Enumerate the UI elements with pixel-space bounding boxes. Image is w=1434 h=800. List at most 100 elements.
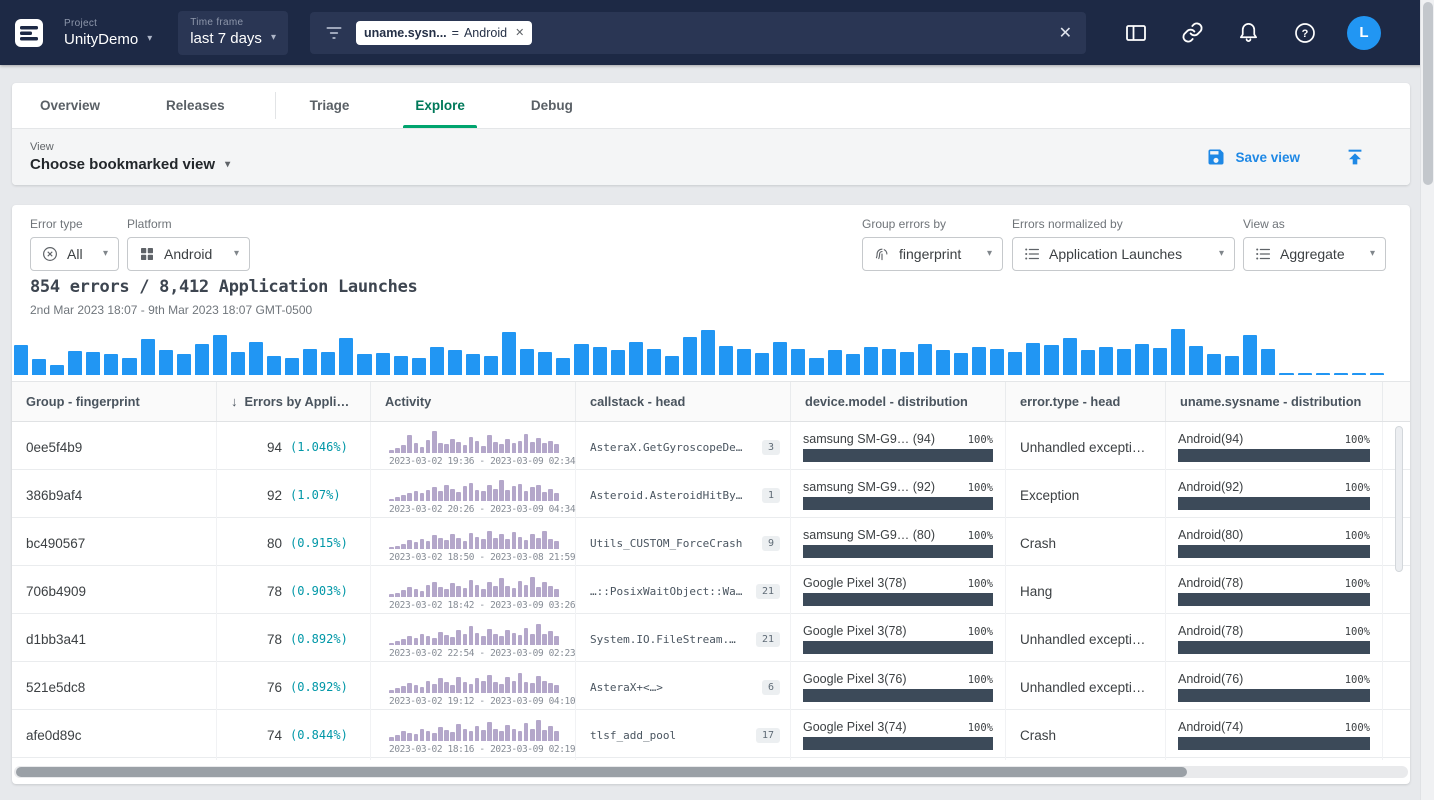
publish-view-icon[interactable] <box>1344 146 1366 168</box>
fingerprint-link[interactable]: 521e5dc8 <box>26 680 85 695</box>
histogram-bar[interactable] <box>683 337 697 375</box>
tab-triage[interactable]: Triage <box>294 83 366 128</box>
table-row[interactable]: afe0d89c 74 (0.844%) 2023-03-02 18:16 - … <box>12 710 1410 758</box>
histogram-bar[interactable] <box>1099 347 1113 375</box>
histogram-bar[interactable] <box>918 344 932 375</box>
histogram-bar[interactable] <box>611 350 625 375</box>
platform-select[interactable]: Android ▾ <box>127 237 250 271</box>
histogram-bar[interactable] <box>484 356 498 375</box>
table-row[interactable]: 706b4909 78 (0.903%) 2023-03-02 18:42 - … <box>12 566 1410 614</box>
histogram-bar[interactable] <box>303 349 317 375</box>
histogram-bar[interactable] <box>1153 348 1167 375</box>
histogram-bar[interactable] <box>1044 345 1058 375</box>
histogram-bar[interactable] <box>231 352 245 375</box>
histogram-bar[interactable] <box>1063 338 1077 375</box>
histogram-bar[interactable] <box>1316 373 1330 375</box>
col-error-type[interactable]: error.type - head <box>1006 382 1166 421</box>
histogram-bar[interactable] <box>1243 335 1257 375</box>
table-vertical-scrollbar-thumb[interactable] <box>1395 426 1403 572</box>
fingerprint-link[interactable]: d1bb3a41 <box>26 632 86 647</box>
histogram-bar[interactable] <box>86 352 100 375</box>
histogram-bar[interactable] <box>1207 354 1221 375</box>
histogram-bar[interactable] <box>502 332 516 375</box>
histogram-bar[interactable] <box>882 349 896 375</box>
histogram-bar[interactable] <box>357 354 371 375</box>
fingerprint-link[interactable]: 706b4909 <box>26 584 86 599</box>
fingerprint-link[interactable]: bc490567 <box>26 536 85 551</box>
tab-debug[interactable]: Debug <box>515 83 589 128</box>
histogram-bar[interactable] <box>719 346 733 375</box>
col-fingerprint[interactable]: Group - fingerprint <box>12 382 217 421</box>
fingerprint-link[interactable]: afe0d89c <box>26 728 82 743</box>
histogram-bar[interactable] <box>972 347 986 375</box>
histogram-bar[interactable] <box>520 349 534 375</box>
help-icon[interactable]: ? <box>1293 21 1317 45</box>
histogram-bar[interactable] <box>1225 356 1239 375</box>
table-row[interactable]: d1bb3a41 78 (0.892%) 2023-03-02 22:54 - … <box>12 614 1410 662</box>
histogram-bar[interactable] <box>249 342 263 375</box>
histogram-bar[interactable] <box>1135 344 1149 375</box>
histogram-bar[interactable] <box>990 349 1004 375</box>
col-callstack[interactable]: callstack - head <box>576 382 791 421</box>
histogram-bar[interactable] <box>936 350 950 375</box>
histogram-bar[interactable] <box>195 344 209 375</box>
histogram-bar[interactable] <box>1026 343 1040 375</box>
histogram-bar[interactable] <box>285 358 299 375</box>
histogram-bar[interactable] <box>50 365 64 375</box>
filter-chip[interactable]: uname.sysn... = Android ✕ <box>356 21 532 45</box>
histogram-bar[interactable] <box>1370 373 1384 375</box>
user-avatar[interactable]: L <box>1347 16 1381 50</box>
table-row[interactable]: 521e5dc8 76 (0.892%) 2023-03-02 19:12 - … <box>12 662 1410 710</box>
filterbar-clear-icon[interactable]: ✕ <box>1059 23 1072 43</box>
histogram-bar[interactable] <box>1261 349 1275 375</box>
error-type-select[interactable]: All ▾ <box>30 237 119 271</box>
histogram-bar[interactable] <box>14 345 28 375</box>
histogram-bar[interactable] <box>104 354 118 375</box>
histogram-bar[interactable] <box>900 352 914 375</box>
histogram-bar[interactable] <box>1352 373 1366 375</box>
histogram-bar[interactable] <box>412 358 426 375</box>
histogram-bar[interactable] <box>32 359 46 375</box>
histogram-bar[interactable] <box>665 356 679 375</box>
histogram-bar[interactable] <box>1081 350 1095 375</box>
histogram-bar[interactable] <box>1189 346 1203 375</box>
histogram-bar[interactable] <box>773 342 787 375</box>
histogram-bar[interactable] <box>466 354 480 375</box>
histogram-bar[interactable] <box>755 353 769 375</box>
histogram-bar[interactable] <box>1008 352 1022 375</box>
table-row[interactable]: 386b9af4 92 (1.07%) 2023-03-02 20:26 - 2… <box>12 470 1410 518</box>
histogram-bar[interactable] <box>1171 329 1185 375</box>
histogram-bar[interactable] <box>1279 373 1293 375</box>
histogram-bar[interactable] <box>68 351 82 375</box>
page-vertical-scrollbar[interactable] <box>1420 0 1434 800</box>
view-as-select[interactable]: Aggregate ▾ <box>1243 237 1386 271</box>
col-activity[interactable]: Activity <box>371 382 576 421</box>
fingerprint-link[interactable]: 386b9af4 <box>26 488 82 503</box>
col-errors[interactable]: ↓ Errors by Appli… <box>217 382 371 421</box>
normalized-by-select[interactable]: Application Launches ▾ <box>1012 237 1235 271</box>
histogram-bar[interactable] <box>629 342 643 375</box>
save-view-button[interactable]: Save view <box>1206 147 1300 167</box>
histogram-bar[interactable] <box>954 353 968 375</box>
project-selector[interactable]: Project UnityDemo ▾ <box>64 18 152 48</box>
histogram-bar[interactable] <box>1298 373 1312 375</box>
notifications-bell-icon[interactable] <box>1237 21 1260 44</box>
histogram-bar[interactable] <box>828 350 842 375</box>
horizontal-scrollbar[interactable] <box>14 766 1408 778</box>
chip-remove-icon[interactable]: ✕ <box>515 26 524 39</box>
horizontal-scrollbar-thumb[interactable] <box>16 767 1187 777</box>
histogram-bar[interactable] <box>791 349 805 375</box>
histogram-bar[interactable] <box>430 347 444 375</box>
histogram-bar[interactable] <box>647 349 661 375</box>
histogram-bar[interactable] <box>809 358 823 375</box>
col-device-model[interactable]: device.model - distribution <box>791 382 1006 421</box>
layout-columns-icon[interactable] <box>1124 21 1148 45</box>
histogram-bar[interactable] <box>177 354 191 375</box>
share-link-icon[interactable] <box>1181 21 1204 44</box>
histogram-bar[interactable] <box>213 335 227 375</box>
histogram-bar[interactable] <box>122 358 136 375</box>
histogram-bar[interactable] <box>556 358 570 375</box>
app-logo[interactable] <box>14 18 44 48</box>
histogram-bar[interactable] <box>846 354 860 375</box>
filter-bar[interactable]: uname.sysn... = Android ✕ ✕ <box>310 12 1086 54</box>
